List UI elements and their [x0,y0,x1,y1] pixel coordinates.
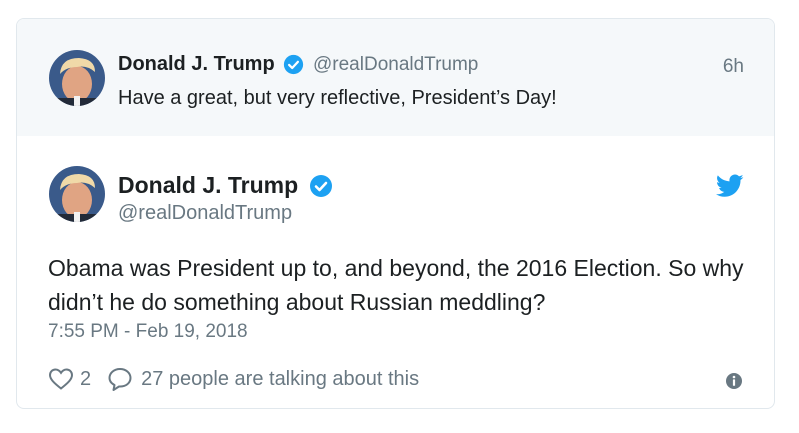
parent-time-ago[interactable]: 6h [723,56,744,78]
talking-about-link[interactable]: 27 people are talking about this [141,368,419,391]
parent-tweet[interactable]: Donald J. Trump @realDonaldTrump 6h Have… [17,19,774,136]
parent-display-name[interactable]: Donald J. Trump [118,53,275,76]
parent-handle[interactable]: @realDonaldTrump [313,54,478,76]
avatar[interactable] [49,166,105,222]
like-count[interactable]: 2 [80,368,91,391]
tweet-text: Obama was President up to, and beyond, t… [48,255,744,315]
author-handle[interactable]: @realDonaldTrump [118,202,292,225]
parent-tweet-text: Have a great, but very reflective, Presi… [118,87,557,109]
info-icon[interactable] [725,372,743,390]
verified-badge-icon [310,175,332,197]
tweet-timestamp[interactable]: 7:55 PM - Feb 19, 2018 [48,321,248,343]
avatar[interactable] [49,50,105,106]
heart-icon[interactable] [48,367,74,391]
reply-bubble-icon[interactable] [107,366,133,392]
tweet-actions: 2 27 people are talking about this [48,365,419,393]
verified-badge-icon [283,54,304,75]
author-display-name[interactable]: Donald J. Trump [118,172,298,199]
embedded-tweet-card: Donald J. Trump @realDonaldTrump 6h Have… [16,18,775,409]
twitter-bird-icon[interactable] [716,174,744,198]
